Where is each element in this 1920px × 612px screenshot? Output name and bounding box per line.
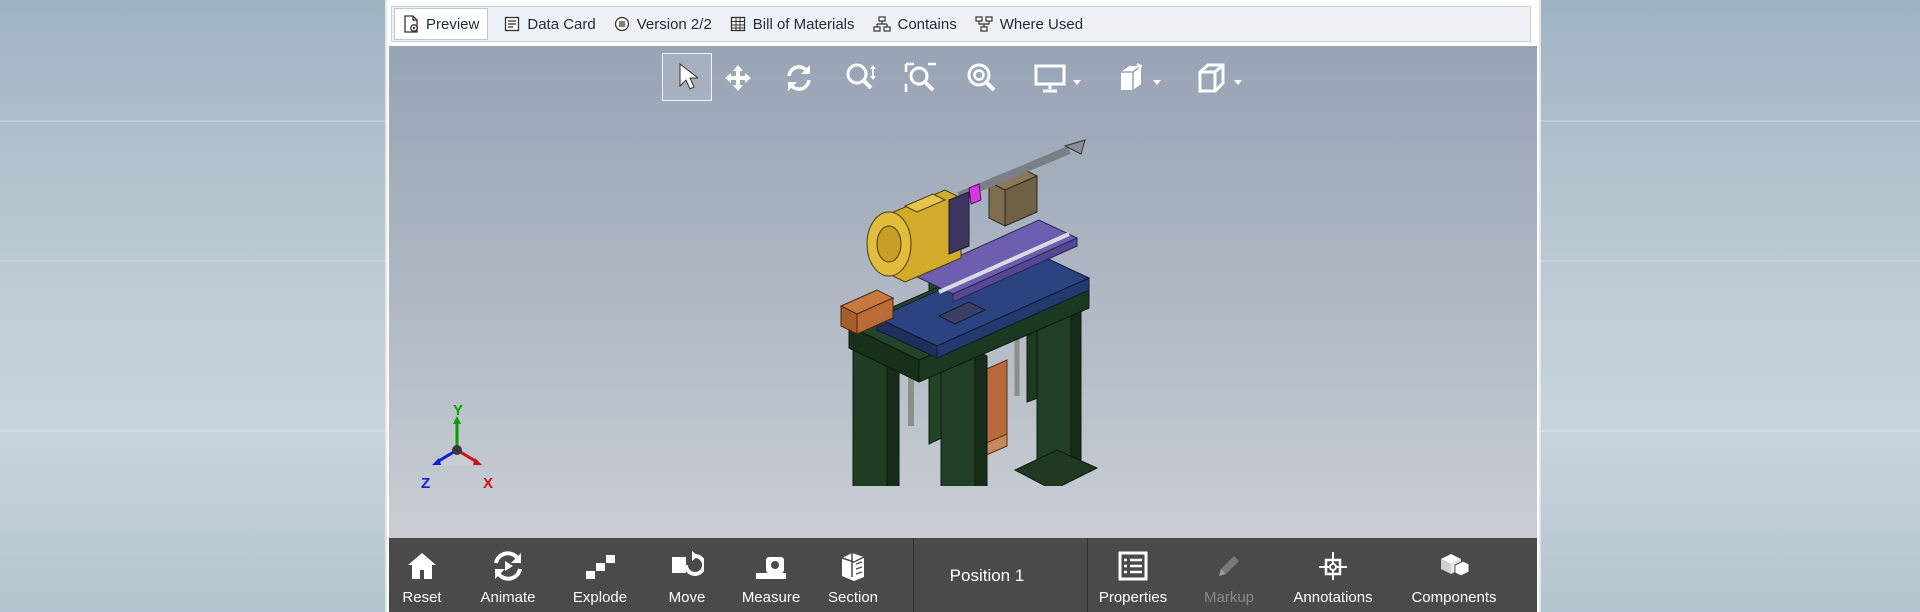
tab-bill-of-materials[interactable]: Bill of Materials [722,9,863,39]
position-selector[interactable]: Position 1 [912,566,1062,586]
cube-icon [1198,63,1225,93]
pan-tool[interactable] [718,54,758,102]
components-button[interactable]: Components [1399,538,1509,612]
data-card-icon [505,16,520,32]
move-component-icon [672,551,704,576]
zoom-fit-tool[interactable] [962,54,1002,102]
zoom-area-tool[interactable] [901,54,941,102]
section-button[interactable]: Section [817,538,889,612]
move-button[interactable]: Move [651,538,723,612]
axis-z-label: Z [421,475,431,492]
monitor-icon [1034,64,1066,93]
tab-preview[interactable]: Preview [394,8,489,40]
viewer-panel: Preview Data Card Version 2/2 Bill of Ma… [385,0,1541,612]
zoom-area-icon [904,62,936,92]
properties-icon [1118,551,1148,581]
3d-assembly-model[interactable] [789,96,1129,486]
tab-label: Preview [426,15,480,33]
version-icon [614,16,629,32]
measure-icon [756,557,786,579]
tab-version[interactable]: Version 2/2 [606,9,720,39]
rotate-icon [787,65,811,91]
rotate-tool[interactable] [779,54,819,102]
properties-button[interactable]: Properties [1089,538,1177,612]
tab-label: Where Used [999,15,1084,33]
components-icon [1441,554,1470,577]
chevron-down-icon [1234,80,1242,85]
annotations-icon [1319,552,1347,580]
animate-button[interactable]: Animate [467,538,549,612]
section-icon [841,553,865,581]
3d-viewport[interactable]: Y X Z [389,46,1537,538]
view-orientation-icon [1121,63,1143,90]
tab-bar: Preview Data Card Version 2/2 Bill of Ma… [391,6,1531,42]
toolbar-separator [1087,538,1088,612]
move-arrows-icon [725,65,751,91]
hierarchy-icon [872,16,891,32]
select-tool[interactable] [662,53,712,101]
tab-where-used[interactable]: Where Used [967,9,1091,39]
display-tool[interactable] [1023,54,1081,102]
display-style-tool[interactable] [1184,54,1242,102]
zoom-tool[interactable] [841,54,881,102]
tab-contains[interactable]: Contains [865,9,965,39]
explode-icon [586,555,615,579]
pencil-icon [1219,556,1239,576]
where-used-icon [975,16,993,32]
table-icon [730,16,745,32]
zoom-fit-icon [967,63,996,92]
axis-y-label: Y [453,402,464,419]
home-icon [408,553,436,579]
tab-label: Version 2/2 [636,15,712,33]
view-orientation-tool[interactable] [1103,54,1161,102]
preview-icon [404,15,418,33]
chevron-down-icon [1153,80,1161,85]
tab-label: Contains [897,15,957,33]
zoom-updown-icon [846,63,876,90]
tab-label: Bill of Materials [752,15,855,33]
chevron-down-icon [1073,80,1081,85]
markup-button[interactable]: Markup [1189,538,1269,612]
axis-x-label: X [483,475,494,492]
bottom-toolbar: Reset Animate Explode Move Measure Secti… [389,538,1537,612]
animate-icon [494,551,522,581]
annotations-button[interactable]: Annotations [1285,538,1381,612]
tab-label: Data Card [527,15,596,33]
tab-data-card[interactable]: Data Card [496,9,603,39]
reset-button[interactable]: Reset [389,538,455,612]
explode-button[interactable]: Explode [559,538,641,612]
cursor-arrow-icon [679,62,698,90]
measure-button[interactable]: Measure [735,538,807,612]
